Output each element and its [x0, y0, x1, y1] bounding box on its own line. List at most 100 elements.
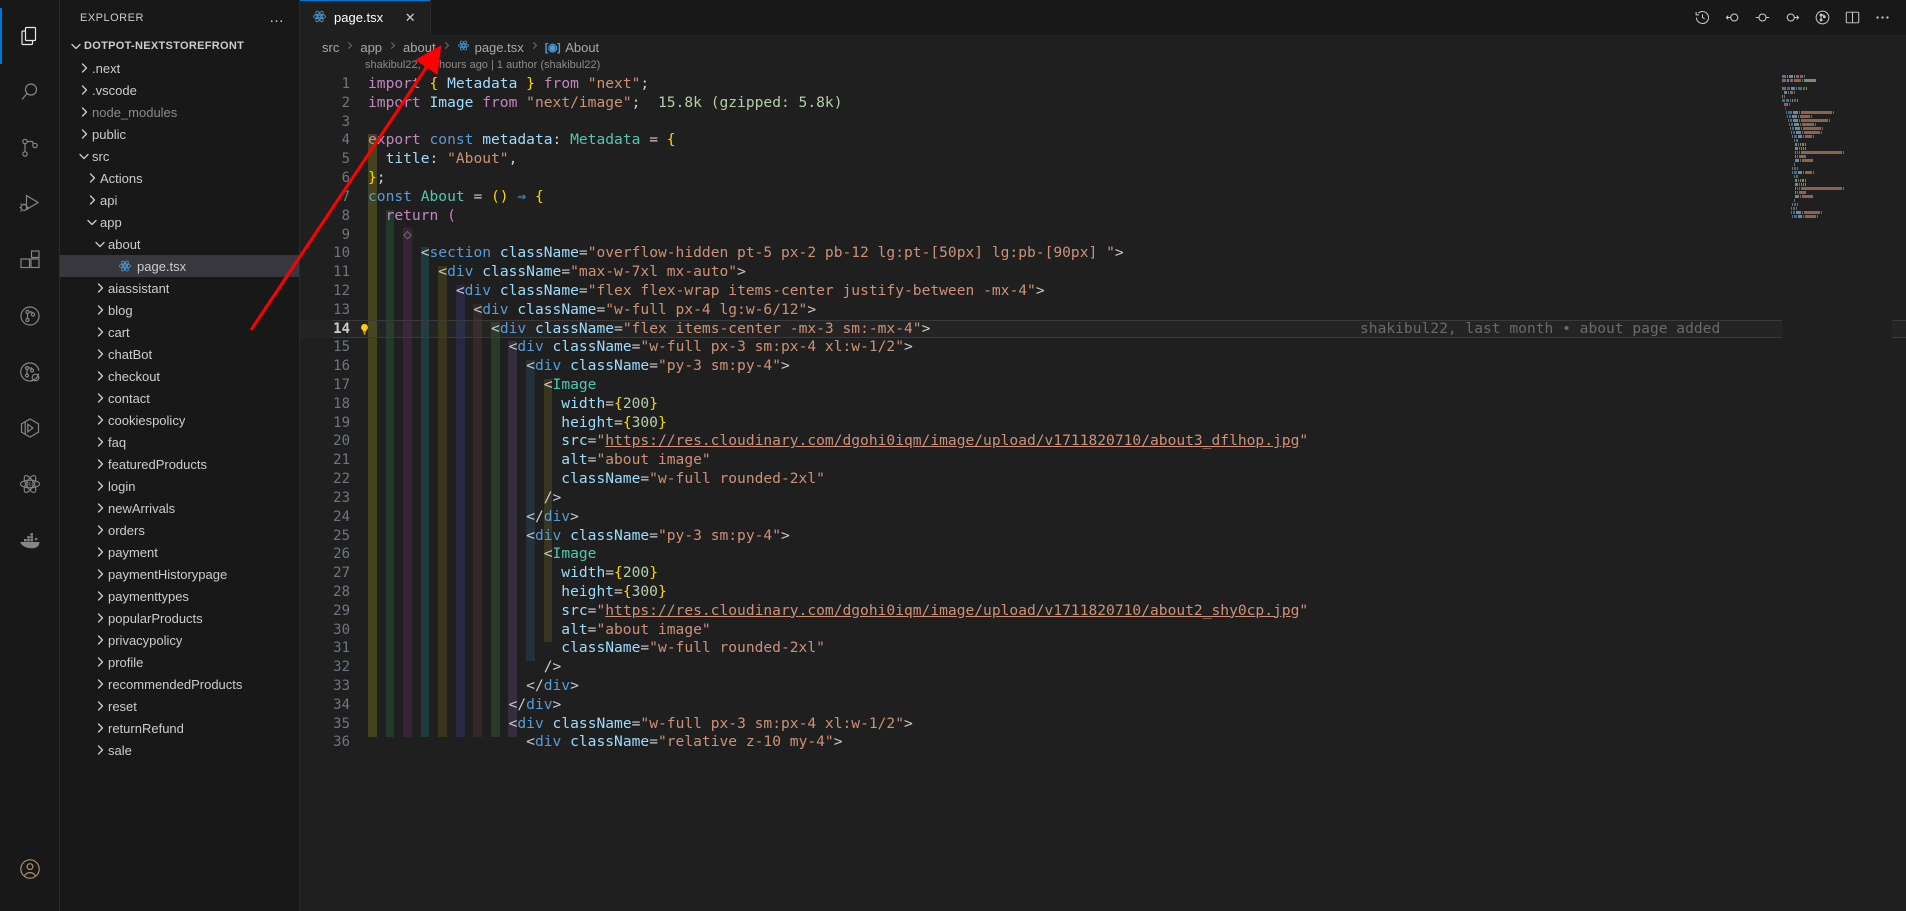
- code-line-2[interactable]: 2 import Image from "next/image"; 15.8k (…: [300, 94, 1906, 113]
- code-line-27[interactable]: 27 width={200}: [300, 564, 1906, 583]
- code-line-35[interactable]: 35 <div className="w-full px-3 sm:px-4 x…: [300, 715, 1906, 734]
- code-line-19[interactable]: 19 height={300}: [300, 414, 1906, 433]
- breadcrumb-item-src[interactable]: src: [322, 40, 339, 55]
- code-line-7[interactable]: 7 const About = () ⇒ {: [300, 188, 1906, 207]
- tree-folder-orders[interactable]: orders: [60, 519, 299, 541]
- code-line-28[interactable]: 28 height={300}: [300, 583, 1906, 602]
- code-line-26[interactable]: 26 <Image: [300, 545, 1906, 564]
- tree-folder-actions[interactable]: Actions: [60, 167, 299, 189]
- tree-folder-login[interactable]: login: [60, 475, 299, 497]
- code-line-29[interactable]: 29 src="https://res.cloudinary.com/dgohi…: [300, 602, 1906, 621]
- gitlens-blame-icon[interactable]: [1808, 4, 1836, 32]
- code-line-31[interactable]: 31 className="w-full rounded-2xl": [300, 639, 1906, 658]
- code-line-20[interactable]: 20 src="https://res.cloudinary.com/dgohi…: [300, 432, 1906, 451]
- code-line-8[interactable]: 8 return (: [300, 207, 1906, 226]
- split-editor-icon[interactable]: [1838, 4, 1866, 32]
- code-line-21[interactable]: 21 alt="about image": [300, 451, 1906, 470]
- tree-folder-aiassistant[interactable]: aiassistant: [60, 277, 299, 299]
- tree-folder-newarrivals[interactable]: newArrivals: [60, 497, 299, 519]
- more-actions-icon[interactable]: [1868, 4, 1896, 32]
- breadcrumb[interactable]: src app about page.tsx [◉] About: [300, 35, 1906, 59]
- go-back-commit-icon[interactable]: [1718, 4, 1746, 32]
- tree-folder-faq[interactable]: faq: [60, 431, 299, 453]
- timeline-history-icon[interactable]: [1688, 4, 1716, 32]
- tree-folder-recommendedproducts[interactable]: recommendedProducts: [60, 673, 299, 695]
- breadcrumb-item-about[interactable]: [◉] About: [545, 40, 599, 55]
- code-line-33[interactable]: 33 </div>: [300, 677, 1906, 696]
- tree-folder-popularproducts[interactable]: popularProducts: [60, 607, 299, 629]
- code-line-34[interactable]: 34 </div>: [300, 696, 1906, 715]
- breadcrumb-item-page-tsx[interactable]: page.tsx: [457, 39, 524, 55]
- code-line-14[interactable]: 14 <div className="flex items-center -mx…: [300, 319, 1906, 339]
- tree-folder-.next[interactable]: .next: [60, 57, 299, 79]
- activity-explorer-button[interactable]: [0, 8, 60, 64]
- code-editor[interactable]: shakibul22, 24 hours ago | 1 author (sha…: [300, 59, 1906, 911]
- code-line-11[interactable]: 11 <div className="max-w-7xl mx-auto">: [300, 263, 1906, 282]
- tree-folder-returnrefund[interactable]: returnRefund: [60, 717, 299, 739]
- sidebar-more-actions-button[interactable]: …: [263, 8, 291, 27]
- file-tree[interactable]: DOTPOT-NEXTSTOREFRONT .next .vscode node_mo…: [60, 35, 299, 911]
- tab-close-button[interactable]: ✕: [400, 8, 420, 28]
- tree-folder-contact[interactable]: contact: [60, 387, 299, 409]
- breadcrumb-item-app[interactable]: app: [360, 40, 382, 55]
- activity-source-control-button[interactable]: [0, 120, 60, 176]
- activity-react-devtools-button[interactable]: RI: [0, 456, 60, 512]
- tree-folder-blog[interactable]: blog: [60, 299, 299, 321]
- go-forward-commit-icon[interactable]: [1778, 4, 1806, 32]
- commit-node-icon[interactable]: [1748, 4, 1776, 32]
- activity-3d-viewer-button[interactable]: [0, 400, 60, 456]
- code-line-3[interactable]: 3: [300, 113, 1906, 132]
- code-line-22[interactable]: 22 className="w-full rounded-2xl": [300, 470, 1906, 489]
- code-line-17[interactable]: 17 <Image: [300, 376, 1906, 395]
- activity-accounts-button[interactable]: [0, 841, 60, 897]
- tree-folder-about[interactable]: about: [60, 233, 299, 255]
- tree-folder-privacypolicy[interactable]: privacypolicy: [60, 629, 299, 651]
- code-line-18[interactable]: 18 width={200}: [300, 395, 1906, 414]
- tree-folder-src[interactable]: src: [60, 145, 299, 167]
- tree-folder-.vscode[interactable]: .vscode: [60, 79, 299, 101]
- code-line-10[interactable]: 10 <section className="overflow-hidden p…: [300, 244, 1906, 263]
- code-line-9[interactable]: 9 ◇: [300, 226, 1906, 245]
- activity-extensions-button[interactable]: [0, 232, 60, 288]
- tree-folder-chatbot[interactable]: chatBot: [60, 343, 299, 365]
- code-line-16[interactable]: 16 <div className="py-3 sm:py-4">: [300, 357, 1906, 376]
- tree-folder-paymenttypes[interactable]: paymenttypes: [60, 585, 299, 607]
- code-line-36[interactable]: 36 <div className="relative z-10 my-4">: [300, 733, 1906, 752]
- tree-folder-reset[interactable]: reset: [60, 695, 299, 717]
- activity-run-debug-button[interactable]: [0, 176, 60, 232]
- tree-folder-public[interactable]: public: [60, 123, 299, 145]
- code-line-5[interactable]: 5 title: "About",: [300, 150, 1906, 169]
- tree-folder-checkout[interactable]: checkout: [60, 365, 299, 387]
- tab-page-tsx[interactable]: page.tsx ✕: [300, 0, 432, 35]
- breadcrumb-item-about[interactable]: about: [403, 40, 436, 55]
- code-line-15[interactable]: 15 <div className="w-full px-3 sm:px-4 x…: [300, 338, 1906, 357]
- code-line-23[interactable]: 23 />: [300, 489, 1906, 508]
- code-lines[interactable]: 1 import { Metadata } from "next"; 2 import…: [300, 75, 1906, 911]
- code-line-6[interactable]: 6};: [300, 169, 1906, 188]
- tree-folder-paymenthistorypage[interactable]: paymentHistorypage: [60, 563, 299, 585]
- tree-folder-node_modules[interactable]: node_modules: [60, 101, 299, 123]
- tree-folder-sale[interactable]: sale: [60, 739, 299, 761]
- activity-gitlens-inspect-button[interactable]: [0, 344, 60, 400]
- editor-scrollbar[interactable]: [1892, 59, 1906, 911]
- activity-docker-button[interactable]: [0, 512, 60, 568]
- activity-gitlens-button[interactable]: [0, 288, 60, 344]
- tree-file-page.tsx[interactable]: page.tsx: [60, 255, 299, 277]
- code-line-1[interactable]: 1 import { Metadata } from "next";: [300, 75, 1906, 94]
- tree-root-dotpot-nextstorefront[interactable]: DOTPOT-NEXTSTOREFRONT: [60, 35, 299, 57]
- activity-search-button[interactable]: [0, 64, 60, 120]
- code-line-30[interactable]: 30 alt="about image": [300, 621, 1906, 640]
- code-line-32[interactable]: 32 />: [300, 658, 1906, 677]
- code-line-25[interactable]: 25 <div className="py-3 sm:py-4">: [300, 527, 1906, 546]
- tree-folder-app[interactable]: app: [60, 211, 299, 233]
- tree-folder-api[interactable]: api: [60, 189, 299, 211]
- code-line-13[interactable]: 13 <div className="w-full px-4 lg:w-6/12…: [300, 301, 1906, 320]
- code-line-4[interactable]: 4 export const metadata: Metadata = {: [300, 131, 1906, 150]
- tree-folder-featuredproducts[interactable]: featuredProducts: [60, 453, 299, 475]
- tree-folder-cart[interactable]: cart: [60, 321, 299, 343]
- code-line-12[interactable]: 12 <div className="flex flex-wrap items-…: [300, 282, 1906, 301]
- tree-folder-cookiespolicy[interactable]: cookiespolicy: [60, 409, 299, 431]
- tree-folder-payment[interactable]: payment: [60, 541, 299, 563]
- code-scroll-region[interactable]: shakibul22, 24 hours ago | 1 author (sha…: [300, 59, 1906, 911]
- code-line-24[interactable]: 24 </div>: [300, 508, 1906, 527]
